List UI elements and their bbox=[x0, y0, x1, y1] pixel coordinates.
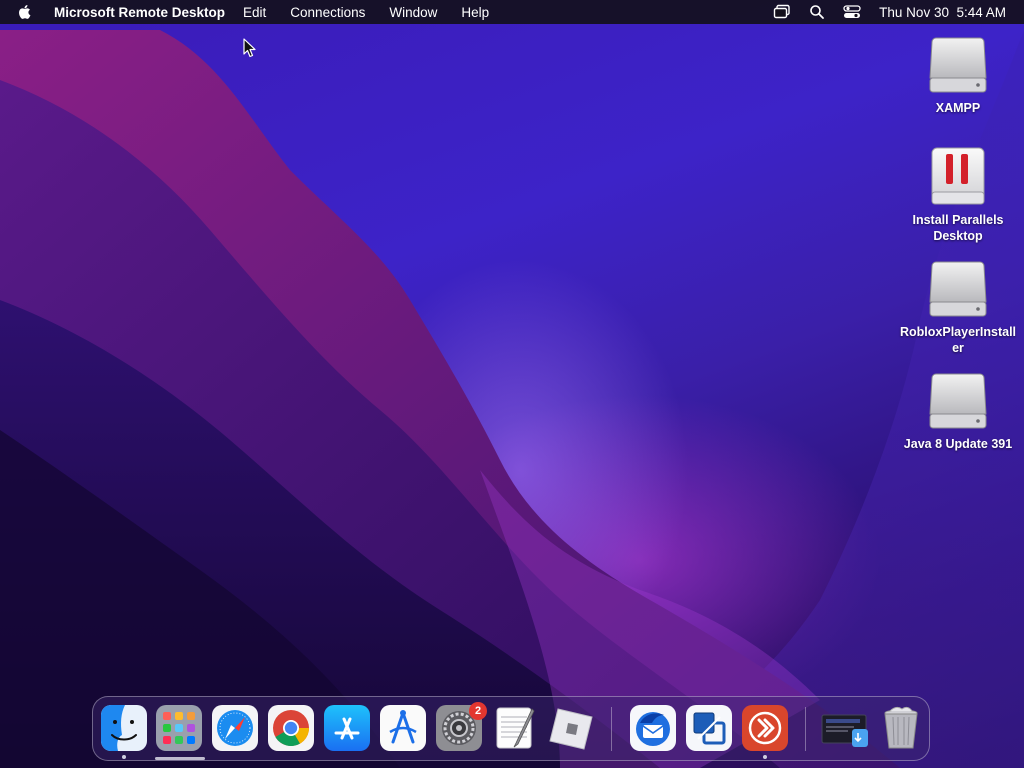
mouse-pointer-icon bbox=[243, 38, 256, 58]
safari-icon bbox=[212, 705, 258, 751]
dock-thunderbird[interactable] bbox=[630, 705, 676, 751]
downloads-stack-icon bbox=[821, 714, 868, 747]
dock-separator bbox=[611, 707, 612, 751]
desktop-icon-java[interactable]: Java 8 Update 391 bbox=[898, 370, 1018, 452]
dock-separator bbox=[805, 707, 806, 751]
menu-help[interactable]: Help bbox=[461, 5, 489, 20]
dock-trash[interactable] bbox=[878, 705, 924, 751]
menu-window[interactable]: Window bbox=[389, 5, 437, 20]
dock-scroll-indicator bbox=[155, 757, 205, 760]
disk-image-icon bbox=[929, 261, 987, 317]
launchpad-icon bbox=[156, 705, 202, 751]
screen-mirroring-icon[interactable] bbox=[773, 4, 791, 20]
dock-safari[interactable] bbox=[212, 705, 258, 751]
dock-remote-desktop[interactable] bbox=[742, 705, 788, 751]
disk-image-icon bbox=[929, 37, 987, 93]
menu-bar: Microsoft Remote Desktop Edit Connection… bbox=[0, 0, 1024, 24]
desktop-icon-roblox-installer[interactable]: RobloxPlayerInstaller bbox=[898, 258, 1018, 356]
desktop-wallpaper bbox=[0, 0, 1024, 768]
dock: 2 bbox=[92, 696, 930, 761]
dock-instruments[interactable] bbox=[380, 705, 426, 751]
dock-app-store[interactable] bbox=[324, 705, 370, 751]
roblox-icon bbox=[549, 708, 593, 750]
desktop-icon-label: Java 8 Update 391 bbox=[903, 437, 1013, 451]
dock-finder[interactable] bbox=[101, 705, 147, 751]
control-center-icon[interactable] bbox=[843, 4, 861, 20]
wallpaper-ridges bbox=[0, 30, 1024, 768]
instruments-icon bbox=[380, 705, 426, 751]
apple-menu-icon[interactable] bbox=[16, 3, 34, 21]
menu-bar-status-area: Thu Nov 30 5:44 AM bbox=[773, 0, 1006, 24]
dock-textedit[interactable] bbox=[492, 705, 538, 751]
running-indicator bbox=[763, 755, 767, 759]
desktop-icon-label: RobloxPlayerInstaller bbox=[900, 325, 1017, 355]
parallels-installer-icon bbox=[931, 147, 985, 205]
menu-edit[interactable]: Edit bbox=[243, 5, 266, 20]
thunderbird-icon bbox=[630, 705, 676, 751]
menu-bar-clock[interactable]: Thu Nov 30 5:44 AM bbox=[879, 5, 1006, 20]
active-app-menu[interactable]: Microsoft Remote Desktop bbox=[54, 5, 225, 20]
notification-badge: 2 bbox=[469, 702, 487, 720]
menu-connections[interactable]: Connections bbox=[290, 5, 365, 20]
desktop-icon-label: XAMPP bbox=[935, 101, 981, 115]
desktop-icon-install-parallels[interactable]: Install Parallels Desktop bbox=[898, 146, 1018, 244]
desktop-icon-xampp[interactable]: XAMPP bbox=[898, 34, 1018, 116]
virtualbox-icon bbox=[686, 705, 732, 751]
remote-desktop-icon bbox=[742, 705, 788, 751]
running-indicator bbox=[122, 755, 126, 759]
dock-launchpad[interactable] bbox=[156, 705, 202, 751]
desktop-icon-label: Install Parallels Desktop bbox=[912, 213, 1004, 243]
dock-virtualbox[interactable] bbox=[686, 705, 732, 751]
dock-downloads[interactable] bbox=[820, 705, 870, 751]
dock-roblox[interactable] bbox=[548, 705, 594, 751]
textedit-icon bbox=[496, 707, 535, 749]
chrome-icon bbox=[268, 705, 314, 751]
spotlight-search-icon[interactable] bbox=[809, 4, 825, 20]
dock-chrome[interactable] bbox=[268, 705, 314, 751]
disk-image-icon bbox=[929, 373, 987, 429]
finder-icon bbox=[101, 705, 147, 751]
trash-icon bbox=[884, 706, 918, 749]
app-store-icon bbox=[324, 705, 370, 751]
